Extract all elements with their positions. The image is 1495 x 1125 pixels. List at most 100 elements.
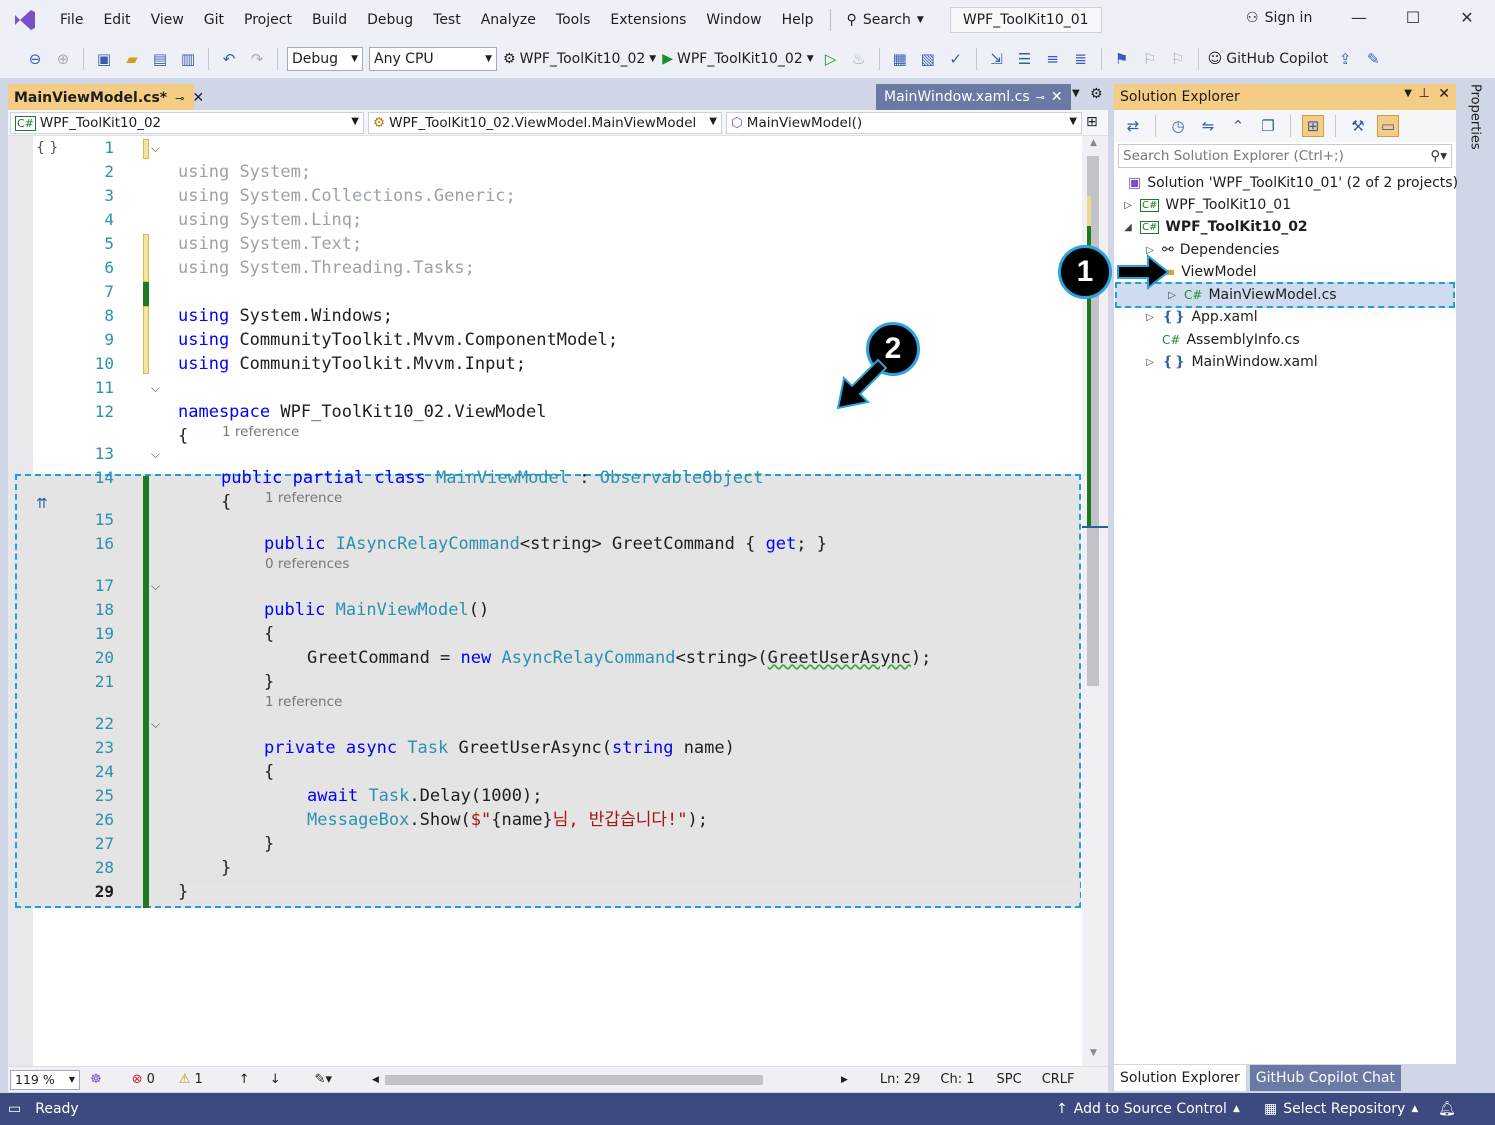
menu-extensions[interactable]: Extensions (600, 0, 696, 40)
tree-solution[interactable]: ▣ Solution 'WPF_ToolKit10_01' (2 of 2 pr… (1128, 172, 1458, 194)
tab-github-copilot-chat[interactable]: GitHub Copilot Chat (1249, 1065, 1401, 1091)
menu-git[interactable]: Git (194, 0, 234, 40)
error-icon[interactable]: ⊗ (132, 1072, 143, 1087)
preview-icon[interactable]: ▭ (1377, 115, 1399, 137)
scroll-right-icon[interactable]: ▶ (841, 1075, 848, 1085)
fold-toggle-icon[interactable]: ⌵ (151, 712, 160, 736)
configuration-dropdown[interactable]: Debug ▼ (287, 47, 363, 71)
warning-icon[interactable]: ⚠ (179, 1072, 191, 1087)
close-icon[interactable]: ✕ (1438, 86, 1450, 102)
project-dropdown[interactable]: C# WPF_ToolKit10_02 ▼ (10, 112, 364, 134)
cleanup-icon[interactable]: ✎▾ (315, 1072, 332, 1087)
history-icon[interactable]: ◷ (1167, 115, 1189, 137)
panel-menu-icon[interactable]: ▼ (1404, 88, 1412, 99)
close-icon[interactable]: ✕ (192, 90, 204, 106)
format-icon[interactable]: ☰ (1014, 48, 1036, 70)
collapse-icon[interactable]: ◢ (1122, 222, 1134, 233)
bookmark-icon[interactable]: ⚑ (1111, 48, 1133, 70)
undo-icon[interactable]: ↶ (218, 48, 240, 70)
solution-explorer-toolbar-icon[interactable]: ▦ (889, 48, 911, 70)
pin-icon[interactable]: ⊥ (1419, 86, 1430, 101)
menu-file[interactable]: File (50, 0, 93, 40)
sync-icon[interactable]: ⇄ (1122, 115, 1144, 137)
platform-dropdown[interactable]: Any CPU ▼ (369, 47, 497, 71)
redo-icon[interactable]: ↷ (246, 48, 268, 70)
tab-mainviewmodel[interactable]: MainViewModel.cs* ⊸ ✕ (8, 84, 204, 110)
properties-wrench-icon[interactable]: ⚒ (1347, 115, 1369, 137)
tab-solution-explorer[interactable]: Solution Explorer (1114, 1065, 1246, 1091)
scroll-down-icon[interactable]: ▼ (1090, 1048, 1097, 1058)
start-debugging-button[interactable]: ▶ WPF_ToolKit10_02 ▼ (662, 51, 813, 67)
fold-toggle-icon[interactable]: ⌵ (151, 376, 160, 400)
filter-icon[interactable]: ⊞ (1302, 115, 1324, 137)
type-dropdown[interactable]: ⚙ WPF_ToolKit10_02.ViewModel.MainViewMod… (368, 112, 722, 134)
notifications-bell-icon[interactable]: 🔔︎ (1438, 1101, 1456, 1117)
hot-reload-icon[interactable]: ♨ (848, 48, 870, 70)
layout-icon[interactable]: ▧ (917, 48, 939, 70)
menu-help[interactable]: Help (772, 0, 824, 40)
codelens-references[interactable]: 1 reference (222, 424, 299, 442)
codelens-references[interactable]: 0 references (265, 556, 349, 574)
scroll-up-icon[interactable]: ▲ (1090, 138, 1097, 148)
tree-project-1[interactable]: ▷ C# WPF_ToolKit10_01 (1122, 194, 1291, 216)
horizontal-scrollbar-thumb[interactable] (384, 1074, 763, 1085)
menu-window[interactable]: Window (696, 0, 771, 40)
zoom-dropdown[interactable]: 119 % ▼ (10, 1069, 80, 1090)
minimize-button[interactable]: — (1344, 8, 1374, 32)
startup-project-selector[interactable]: ⚙ WPF_ToolKit10_02 ▼ (503, 51, 656, 67)
code-health-icon[interactable]: ☸ (90, 1072, 102, 1087)
new-item-icon[interactable]: ▣ (93, 48, 115, 70)
tab-mainwindow-xaml-cs[interactable]: MainWindow.xaml.cs ⊸ ✕ (876, 84, 1071, 110)
feedback-icon[interactable]: ✎ (1362, 48, 1384, 70)
menu-view[interactable]: View (141, 0, 194, 40)
close-icon[interactable]: ✕ (1051, 89, 1063, 105)
maximize-button[interactable]: ☐ (1398, 8, 1428, 32)
fold-toggle-icon[interactable]: ⌵ (151, 136, 160, 160)
close-button[interactable]: ✕ (1452, 8, 1482, 32)
gear-icon[interactable]: ⚙ (1090, 86, 1103, 102)
line-ending-indicator[interactable]: CRLF (1042, 1072, 1075, 1087)
menu-test[interactable]: Test (423, 0, 471, 40)
codelens-references[interactable]: 1 reference (265, 490, 342, 508)
tree-app-xaml[interactable]: ▷ ❴❵ App.xaml (1144, 306, 1258, 328)
menu-debug[interactable]: Debug (357, 0, 423, 40)
pin-icon[interactable]: ⊸ (175, 92, 184, 105)
column-indicator[interactable]: Ch: 1 (940, 1072, 974, 1087)
codelens-references[interactable]: 1 reference (265, 694, 342, 712)
tree-assemblyinfo[interactable]: C# AssemblyInfo.cs (1144, 329, 1300, 351)
menu-tools[interactable]: Tools (546, 0, 601, 40)
scroll-left-icon[interactable]: ◀ (372, 1075, 379, 1085)
comment-icon[interactable]: ≡ (1042, 48, 1064, 70)
add-to-source-control-button[interactable]: ↑ Add to Source Control ▲ (1056, 1101, 1240, 1117)
member-dropdown[interactable]: ⬡ MainViewModel() ▼ (726, 112, 1082, 134)
step-icon[interactable]: ⇲ (986, 48, 1008, 70)
expand-icon[interactable]: ▷ (1122, 200, 1134, 211)
collapse-all-icon[interactable]: ⌃ (1227, 115, 1249, 137)
fold-toggle-icon[interactable]: ⌵ (151, 574, 160, 598)
expand-icon[interactable]: ▷ (1144, 357, 1156, 368)
share-icon[interactable]: ⇪ (1334, 48, 1356, 70)
whitespace-indicator[interactable]: SPC (997, 1072, 1022, 1087)
menu-analyze[interactable]: Analyze (471, 0, 546, 40)
tree-mainviewmodel-file[interactable]: ▷ C# MainViewModel.cs (1166, 284, 1336, 306)
code-text-area[interactable]: { } ⇈ 1 ⌵ using System; 2 using System.Co… (8, 136, 1082, 1066)
bookmark-prev-icon[interactable]: ⚐ (1139, 48, 1161, 70)
save-icon[interactable]: ▤ (149, 48, 171, 70)
split-editor-icon[interactable]: ⊞ (1086, 114, 1098, 130)
search-box[interactable]: ⚲ Search ▼ (837, 12, 934, 28)
solution-search-input[interactable]: Search Solution Explorer (Ctrl+;) ⚲▾ (1118, 144, 1452, 168)
github-copilot-button[interactable]: ☺ GitHub Copilot (1208, 51, 1329, 67)
back-icon[interactable]: ⊖ (24, 48, 46, 70)
expand-icon[interactable]: ▷ (1144, 312, 1156, 323)
menu-build[interactable]: Build (302, 0, 357, 40)
spellcheck-icon[interactable]: ✓ (945, 48, 967, 70)
pin-icon[interactable]: ⊸ (1036, 91, 1045, 104)
save-all-icon[interactable]: ▥ (177, 48, 199, 70)
tree-project-2[interactable]: ◢ C# WPF_ToolKit10_02 (1122, 216, 1308, 238)
tab-list-dropdown-icon[interactable]: ▼ (1072, 88, 1080, 99)
open-folder-icon[interactable]: ▰ (121, 48, 143, 70)
previous-issue-icon[interactable]: ↑ (239, 1072, 250, 1087)
forward-icon[interactable]: ⊕ (52, 48, 74, 70)
show-all-files-icon[interactable]: ❐ (1257, 115, 1279, 137)
menu-project[interactable]: Project (234, 0, 302, 40)
